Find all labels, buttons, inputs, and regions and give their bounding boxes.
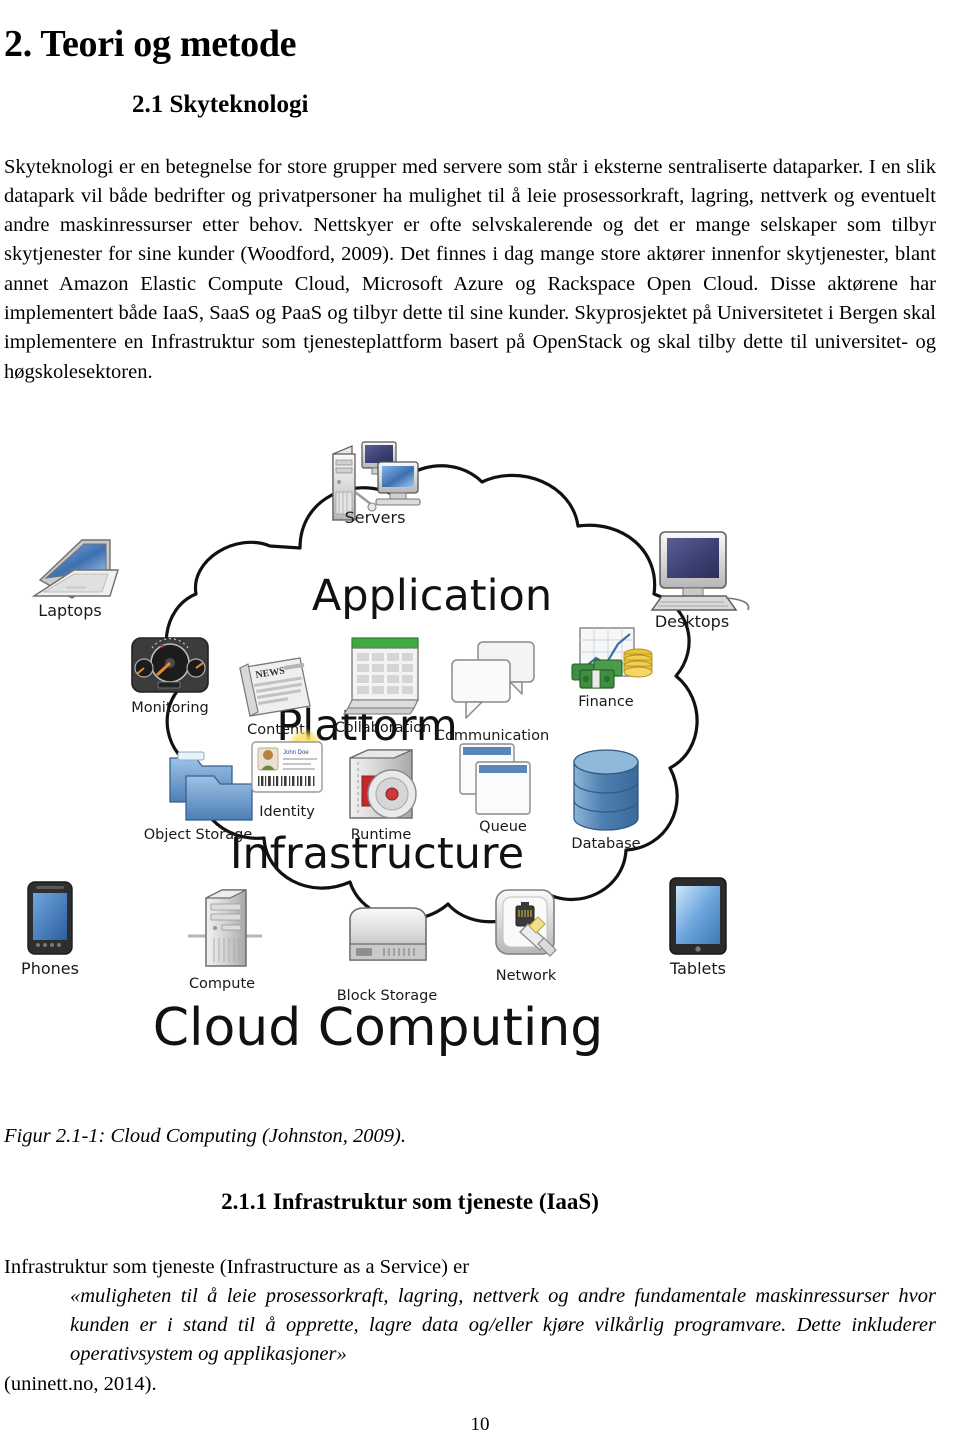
node-label-phones: Phones [21, 959, 79, 978]
intro-paragraph: Skyteknologi er en betegnelse for store … [4, 155, 936, 383]
application-node-content: NEWS Content [239, 657, 311, 738]
gauge-dashboard-icon [131, 637, 209, 693]
external-node-phones: Phones [21, 881, 79, 978]
platform-node-identity: John Doe Identity [251, 728, 323, 820]
laptop-icon [31, 539, 119, 599]
subsection-heading: 2.1.1 Infrastruktur som tjeneste (IaaS) [221, 1189, 599, 1214]
tier-label-application: Application [312, 571, 552, 621]
document-page: 2. Teori og metode 2.1 Skyteknologi Skyt… [0, 0, 960, 1444]
node-label-servers: Servers [345, 508, 406, 527]
node-label-communication: Communication [435, 728, 549, 744]
external-node-desktops: Desktops [650, 531, 750, 631]
hard-disk-icon [349, 907, 427, 961]
tablet-icon [669, 877, 727, 955]
server-rack-icon [188, 889, 262, 967]
node-label-network: Network [496, 968, 557, 984]
node-label-tablets: Tablets [669, 959, 726, 978]
smartphone-icon [27, 881, 73, 955]
external-node-tablets: Tablets [669, 877, 727, 978]
node-label-compute: Compute [189, 976, 255, 992]
newspaper-icon: NEWS [239, 657, 311, 717]
node-label-laptops: Laptops [38, 601, 101, 620]
infrastructure-node-compute: Compute [188, 889, 262, 992]
node-label-database: Database [571, 836, 640, 852]
spreadsheet-icon [342, 637, 419, 715]
node-label-monitoring: Monitoring [131, 700, 209, 716]
figure-caption: Figur 2.1-1: Cloud Computing (Johnston, … [4, 1124, 407, 1147]
database-cylinder-icon [573, 749, 639, 831]
figure-title-label: Cloud Computing [153, 998, 604, 1058]
node-label-desktops: Desktops [655, 612, 729, 631]
svg-text:John Doe: John Doe [283, 750, 309, 756]
page-number: 10 [470, 1414, 490, 1435]
figure-cloud-computing: Application Platform Infrastructure Serv… [0, 420, 790, 1080]
application-node-monitoring: Monitoring [131, 637, 209, 716]
iaas-lead-in: Infrastruktur som tjeneste (Infrastructu… [4, 1255, 470, 1278]
external-node-laptops: Laptops [31, 539, 119, 620]
section-heading: 2.1 Skyteknologi [132, 90, 309, 118]
node-label-queue: Queue [479, 819, 527, 835]
ethernet-jack-icon [495, 889, 557, 957]
infrastructure-node-network: Network [495, 889, 557, 984]
platform-node-database: Database [571, 749, 641, 852]
desktop-computer-icon [650, 531, 750, 611]
node-label-object-storage: Object Storage [144, 827, 253, 843]
chapter-heading: 2. Teori og metode [4, 23, 297, 66]
node-label-finance: Finance [578, 694, 634, 710]
iaas-quote: «muligheten til å leie prosessorkraft, l… [70, 1284, 936, 1366]
infrastructure-node-block-storage: Block Storage [337, 907, 437, 1004]
node-label-runtime: Runtime [351, 827, 412, 843]
iaas-source: (uninett.no, 2014). [4, 1372, 157, 1395]
disc-drive-icon [349, 749, 417, 819]
platform-node-runtime: Runtime [349, 749, 417, 843]
node-label-identity: Identity [259, 804, 315, 820]
node-label-collaboration: Collaboration [335, 720, 432, 736]
